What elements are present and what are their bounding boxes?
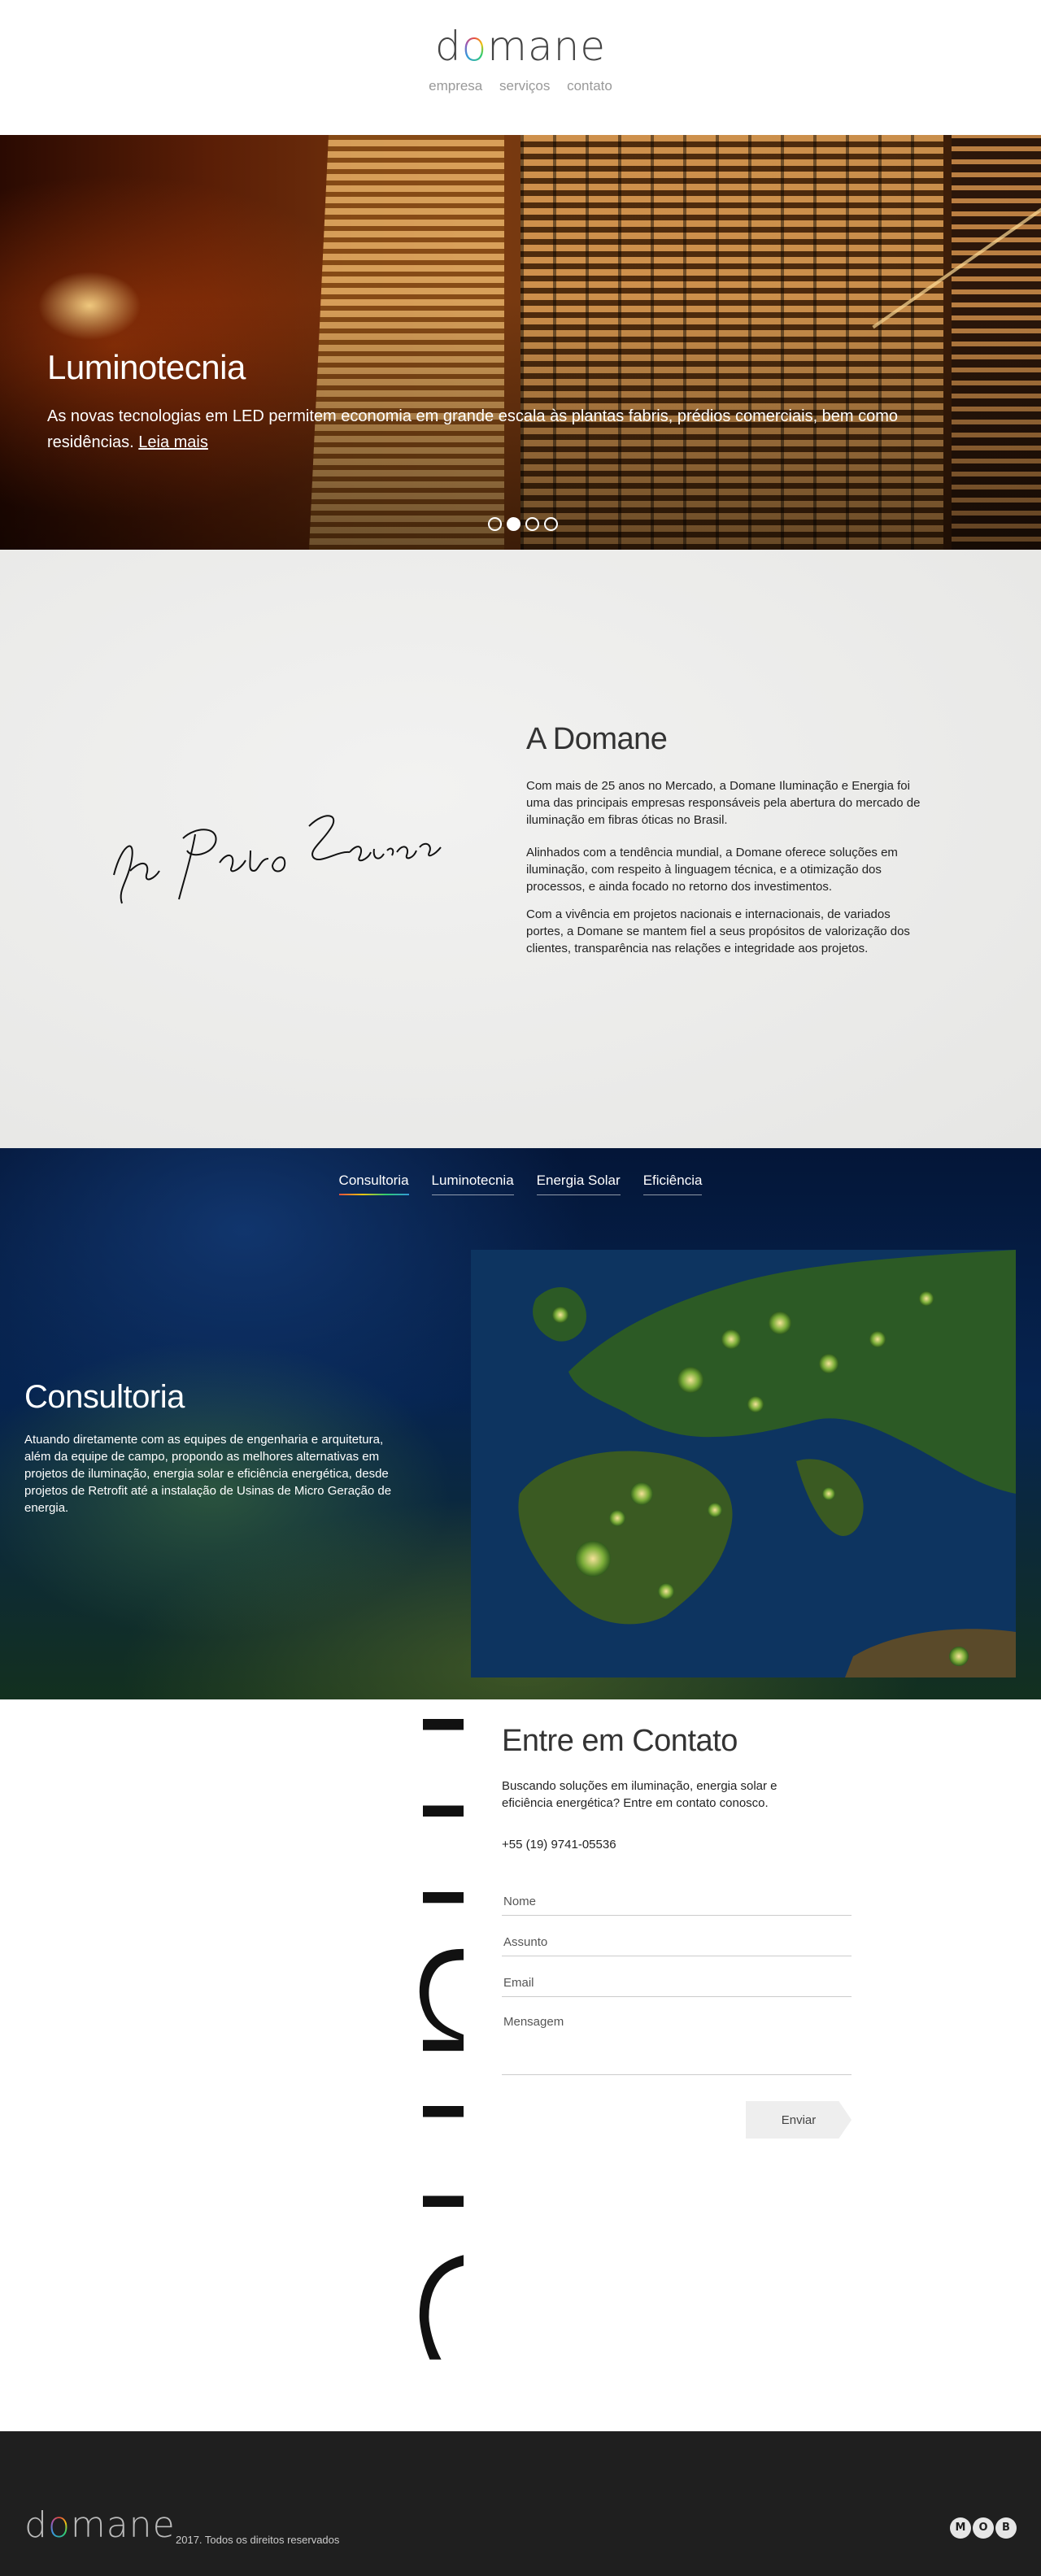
logo[interactable]: domane [0, 23, 1041, 70]
tab-energia-solar[interactable]: Energia Solar [536, 1173, 621, 1195]
contact-description: Buscando soluções em iluminação, energia… [502, 1779, 777, 1810]
tab-luminotecnia[interactable]: Luminotecnia [431, 1173, 514, 1195]
about-paragraph-2: Alinhados com a tendência mundial, a Dom… [526, 846, 898, 894]
wordmark-text: mane [365, 1699, 464, 2383]
services-tabs: Consultoria Luminotecnia Energia Solar E… [0, 1173, 1041, 1195]
contact-section: mane Entre em Contato Buscando soluções … [0, 1699, 1041, 2431]
copyright-text: 2017. Todos os direitos reservados [176, 2534, 340, 2546]
slider-dot-3[interactable] [525, 517, 539, 531]
badge-letter-o: O [973, 2517, 994, 2539]
nav-link-servicos[interactable]: serviços [499, 78, 550, 94]
slider-dot-2[interactable] [507, 517, 520, 531]
footer-logo-letter-d: d [24, 2504, 48, 2546]
hero-overlay [0, 135, 1041, 550]
contact-phone: +55 (19) 9741-05536 [502, 1838, 616, 1852]
service-description: Atuando diretamente com as equipes de en… [24, 1433, 392, 1515]
slider-dots [488, 517, 558, 531]
service-title: Consultoria [24, 1379, 185, 1415]
nav-link-contato[interactable]: contato [567, 78, 612, 94]
subject-field[interactable] [502, 1929, 852, 1956]
email-field[interactable] [502, 1969, 852, 1997]
signature-image [113, 815, 442, 904]
nav-link-empresa[interactable]: empresa [429, 78, 482, 94]
footer-logo-letter-o: o [47, 2504, 71, 2546]
name-field[interactable] [502, 1888, 852, 1916]
logo-letter-o: o [461, 23, 488, 70]
logo-letter-d: d [434, 23, 462, 70]
hero-slider: Luminotecnia As novas tecnologias em LED… [0, 135, 1041, 550]
read-more-link[interactable]: Leia mais [138, 433, 208, 451]
about-paragraph-1: Com mais de 25 anos no Mercado, a Domane… [526, 779, 921, 827]
contact-title: Entre em Contato [502, 1724, 738, 1758]
map-illustration [471, 1250, 1016, 1677]
message-field[interactable] [502, 2010, 852, 2075]
footer-logo-letters-rest: mane [70, 2504, 176, 2546]
about-section: A Domane Com mais de 25 anos no Mercado,… [0, 550, 1041, 1148]
slider-dot-4[interactable] [544, 517, 558, 531]
europe-night-map-image [471, 1250, 1016, 1677]
site-header: domane empresa serviços contato [0, 0, 1041, 135]
services-section: Consultoria Luminotecnia Energia Solar E… [0, 1148, 1041, 1699]
developer-badge[interactable]: M O B [950, 2517, 1017, 2539]
tab-eficiencia[interactable]: Eficiência [642, 1173, 703, 1195]
about-title: A Domane [526, 722, 668, 756]
decorative-vertical-wordmark: mane [365, 1699, 464, 2383]
slider-dot-1[interactable] [488, 517, 502, 531]
hero-title: Luminotecnia [47, 348, 246, 386]
tab-consultoria[interactable]: Consultoria [338, 1173, 409, 1195]
hero-text: As novas tecnologias em LED permitem eco… [47, 403, 958, 455]
main-nav: empresa serviços contato [0, 78, 1041, 94]
badge-letter-m: M [950, 2517, 971, 2539]
site-footer: domane 2017. Todos os direitos reservado… [0, 2431, 1041, 2576]
footer-logo[interactable]: domane [24, 2504, 176, 2546]
logo-letters-rest: mane [487, 23, 607, 70]
about-paragraph-3: Com a vivência em projetos nacionais e i… [526, 907, 910, 955]
badge-letter-b: B [995, 2517, 1017, 2539]
send-button[interactable]: Enviar [746, 2101, 852, 2139]
